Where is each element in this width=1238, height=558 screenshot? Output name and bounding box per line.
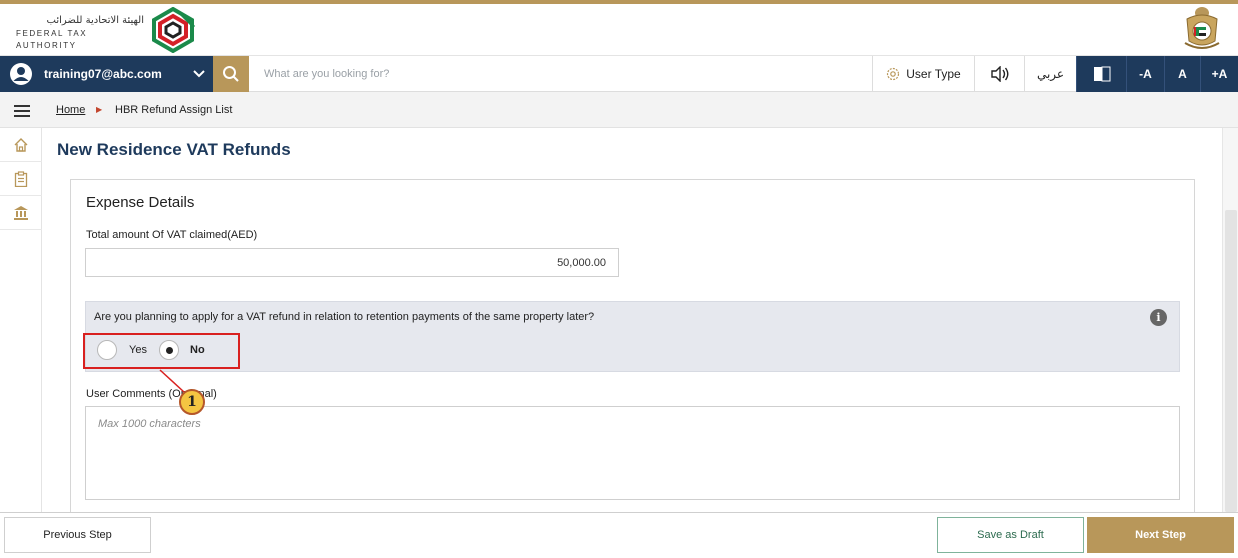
top-toolbar: training07@abc.com User Type عربي -A A — [0, 56, 1238, 92]
user-avatar-icon — [9, 62, 33, 86]
search-input[interactable] — [254, 59, 854, 89]
page-title: New Residence VAT Refunds — [57, 140, 291, 159]
previous-step-button[interactable]: Previous Step — [4, 517, 151, 553]
clipboard-icon — [14, 170, 28, 187]
next-step-button[interactable]: Next Step — [1087, 517, 1234, 553]
user-email: training07@abc.com — [44, 67, 162, 81]
logo-arabic-text: الهيئة الاتحادية للضرائب — [46, 15, 144, 26]
radio-highlight-box — [83, 333, 240, 369]
gear-icon — [887, 67, 900, 81]
home-icon — [14, 137, 28, 152]
speaker-icon — [990, 66, 1008, 82]
page-scrollbar[interactable] — [1222, 128, 1238, 512]
retention-question-text: Are you planning to apply for a VAT refu… — [94, 311, 595, 323]
uae-emblem-icon — [1181, 5, 1223, 53]
sidebar-item-clipboard[interactable] — [0, 162, 42, 196]
save-draft-button[interactable]: Save as Draft — [937, 517, 1084, 553]
sidebar-item-home[interactable] — [0, 128, 42, 162]
info-icon[interactable]: i — [1150, 309, 1167, 326]
menu-icon[interactable] — [14, 104, 30, 117]
user-type-button[interactable]: User Type — [872, 56, 974, 92]
sidebar-item-bank[interactable] — [0, 196, 42, 230]
fta-logo-text[interactable]: الهيئة الاتحادية للضرائب FEDERAL TAX AUT… — [16, 14, 148, 52]
wizard-footer: Previous Step Save as Draft Next Step — [0, 512, 1238, 558]
contrast-toggle[interactable] — [1076, 56, 1126, 92]
left-sidebar — [0, 128, 42, 512]
search-button[interactable] — [213, 56, 249, 92]
total-amount-label: Total amount Of VAT claimed(AED) — [86, 229, 258, 241]
breadcrumb-home-link[interactable]: Home — [56, 104, 85, 116]
breadcrumb-current: HBR Refund Assign List — [115, 104, 233, 116]
language-toggle[interactable]: عربي — [1024, 56, 1076, 92]
site-header: الهيئة الاتحادية للضرائب FEDERAL TAX AUT… — [0, 4, 1238, 56]
bank-icon — [14, 205, 28, 220]
user-type-label: User Type — [906, 67, 961, 81]
contrast-icon — [1093, 66, 1110, 82]
callout-badge: 1 — [179, 389, 205, 415]
breadcrumb-separator-icon: ▶ — [96, 105, 103, 114]
scrollbar-thumb[interactable] — [1225, 210, 1237, 512]
read-aloud-button[interactable] — [974, 56, 1024, 92]
fta-logo-icon[interactable] — [150, 6, 196, 54]
section-title: Expense Details — [86, 194, 195, 211]
total-amount-field[interactable] — [85, 248, 619, 277]
user-menu[interactable]: training07@abc.com — [0, 56, 213, 92]
font-reset-button[interactable]: A — [1164, 56, 1200, 92]
search-icon — [223, 66, 239, 82]
font-increase-button[interactable]: +A — [1200, 56, 1238, 92]
breadcrumb: Home ▶ HBR Refund Assign List — [0, 92, 1238, 128]
chevron-down-icon[interactable] — [192, 66, 206, 80]
logo-english-text: FEDERAL TAX AUTHORITY — [16, 29, 88, 50]
comments-textarea[interactable] — [85, 406, 1180, 500]
font-decrease-button[interactable]: -A — [1126, 56, 1164, 92]
